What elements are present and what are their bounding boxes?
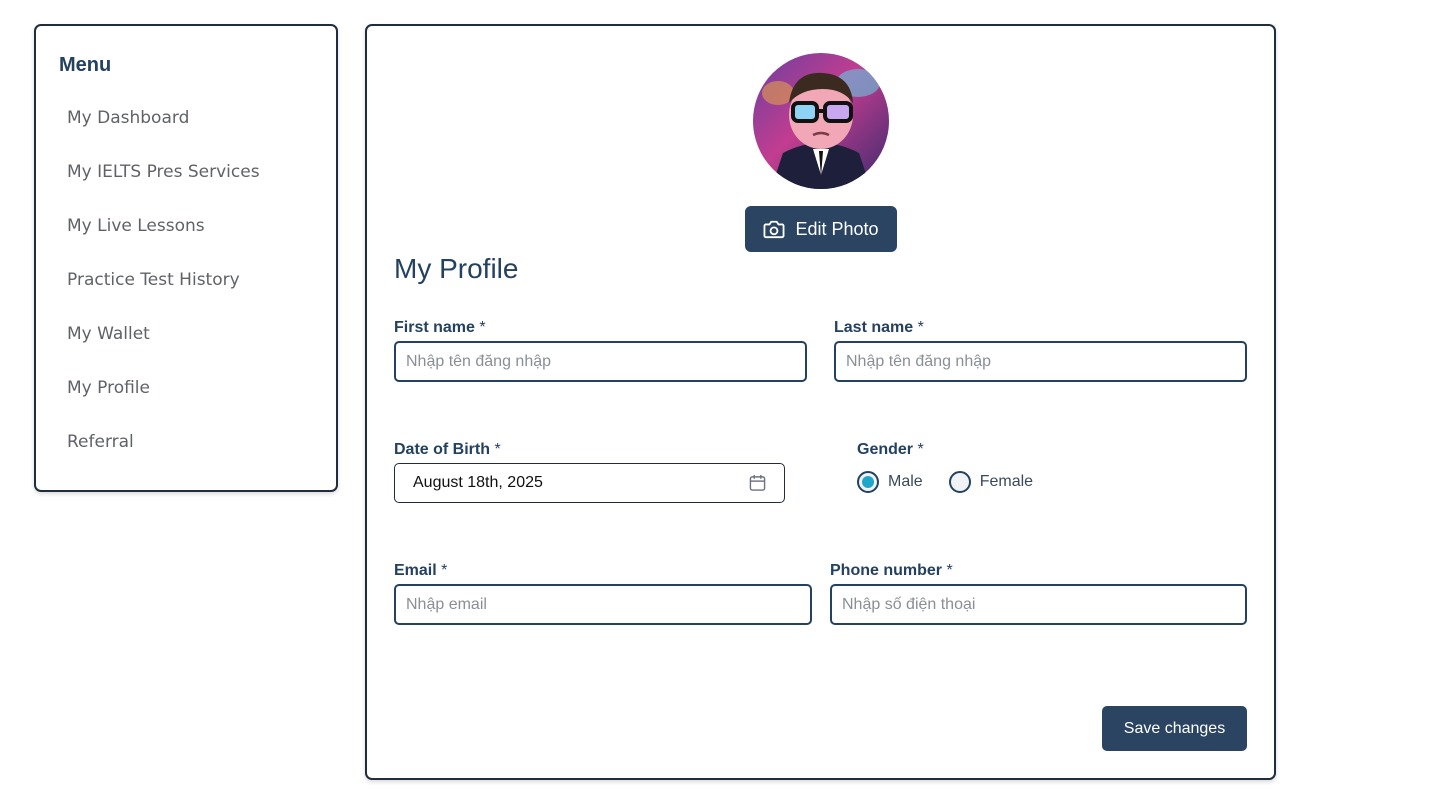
phone-label-text: Phone number xyxy=(830,562,943,579)
required-mark: * xyxy=(946,562,953,579)
radio-selected-dot xyxy=(862,476,874,488)
last-name-label: Last name * xyxy=(834,319,924,337)
gender-label-text: Gender xyxy=(857,441,914,458)
menu-title: Menu xyxy=(59,54,112,76)
email-label: Email * xyxy=(394,562,447,580)
gender-label: Gender * xyxy=(857,441,924,459)
page-title: My Profile xyxy=(394,253,519,284)
dob-date-picker[interactable]: August 18th, 2025 xyxy=(394,463,785,503)
required-mark: * xyxy=(917,319,924,336)
avatar-image xyxy=(753,53,889,189)
required-mark: * xyxy=(479,319,486,336)
menu-item-ielts-services[interactable]: My IELTS Pres Services xyxy=(67,162,260,216)
first-name-input[interactable] xyxy=(394,341,807,382)
edit-photo-label: Edit Photo xyxy=(795,218,879,239)
radio-label-male: Male xyxy=(888,473,923,490)
dob-value: August 18th, 2025 xyxy=(413,474,543,491)
camera-icon xyxy=(764,220,785,239)
menu-item-dashboard[interactable]: My Dashboard xyxy=(67,108,260,162)
last-name-label-text: Last name xyxy=(834,319,914,336)
phone-input[interactable] xyxy=(830,584,1247,625)
menu-item-profile[interactable]: My Profile xyxy=(67,378,260,432)
radio-label-female: Female xyxy=(979,473,1034,490)
gender-option-female[interactable]: Female xyxy=(948,471,1034,493)
radio-male[interactable] xyxy=(857,471,879,493)
edit-photo-button[interactable]: Edit Photo xyxy=(745,206,897,252)
phone-label: Phone number * xyxy=(830,562,953,580)
email-input[interactable] xyxy=(394,584,812,625)
required-mark: * xyxy=(917,441,924,458)
calendar-icon[interactable] xyxy=(749,474,766,492)
email-label-text: Email xyxy=(394,562,437,579)
profile-card: Edit Photo My Profile First name * Last … xyxy=(365,24,1276,780)
avatar xyxy=(753,53,889,189)
save-changes-button[interactable]: Save changes xyxy=(1102,706,1247,751)
sidebar-menu: Menu My Dashboard My IELTS Pres Services… xyxy=(34,24,338,492)
menu-item-live-lessons[interactable]: My Live Lessons xyxy=(67,216,260,270)
last-name-input[interactable] xyxy=(834,341,1247,382)
menu-item-wallet[interactable]: My Wallet xyxy=(67,324,260,378)
first-name-label: First name * xyxy=(394,319,486,337)
radio-female[interactable] xyxy=(948,471,971,493)
menu-item-practice-history[interactable]: Practice Test History xyxy=(67,270,260,324)
menu-item-referral[interactable]: Referral xyxy=(67,432,260,486)
dob-label: Date of Birth * xyxy=(394,441,501,459)
required-mark: * xyxy=(494,441,501,458)
first-name-label-text: First name xyxy=(394,319,475,336)
required-mark: * xyxy=(441,562,448,579)
dob-label-text: Date of Birth xyxy=(394,441,490,458)
menu-list: My Dashboard My IELTS Pres Services My L… xyxy=(67,108,260,486)
gender-radio-group: Male Female xyxy=(857,471,1059,493)
gender-option-male[interactable]: Male xyxy=(857,471,923,493)
